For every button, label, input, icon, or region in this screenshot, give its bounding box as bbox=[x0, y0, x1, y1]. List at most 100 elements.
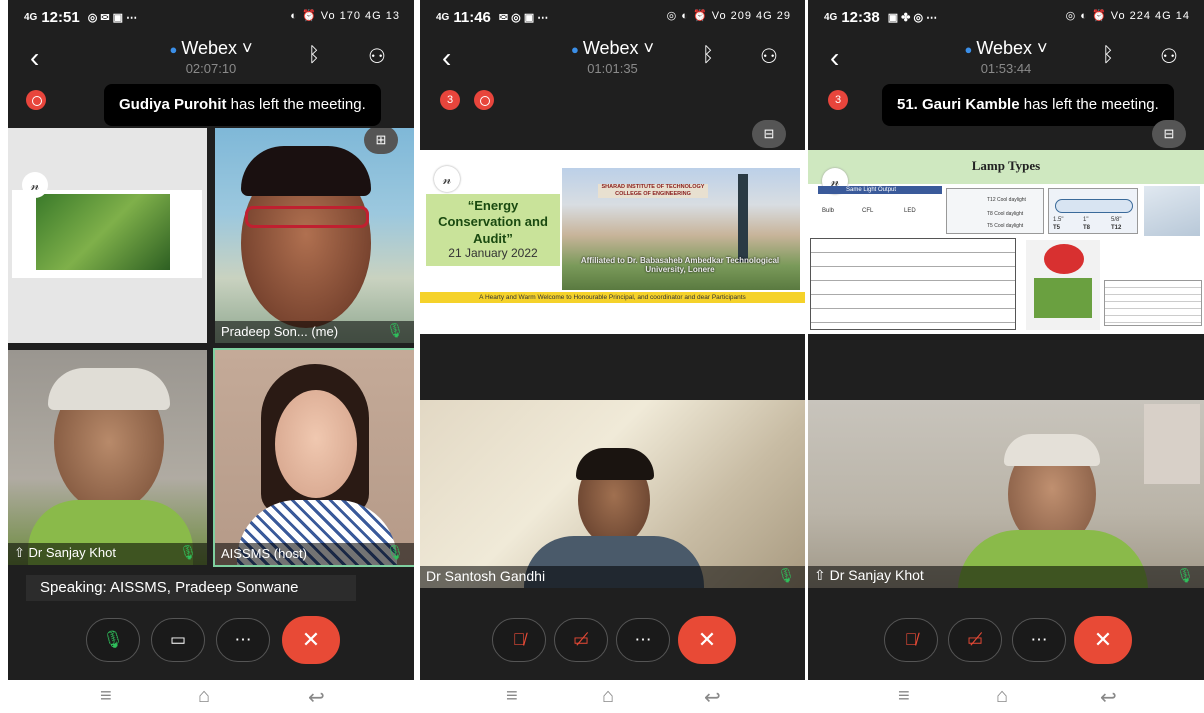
meeting-timer: 01:53:44 bbox=[980, 61, 1032, 76]
meeting-header: ‹ ● Webex ˅ 01:01:35 ᛒ ⚇ bbox=[420, 34, 805, 86]
mic-muted-button[interactable]: 🎙̸ bbox=[884, 618, 938, 662]
android-nav-bar: ≡ ⌂ ↩ bbox=[420, 680, 805, 713]
video-button[interactable]: ▭ bbox=[151, 618, 205, 662]
app-title[interactable]: ● Webex ˅ bbox=[808, 38, 1204, 59]
status-bar: 4G 12:38 ▣ ✤ ◎ ⋯ ◎ ◐ ⏰ Vo 224 4G 14 bbox=[824, 8, 1190, 26]
home-icon[interactable]: ⌂ bbox=[996, 685, 1008, 708]
call-controls: 🎙̸ ▭̸ ⋯ ✕ bbox=[420, 616, 805, 670]
home-icon[interactable]: ⌂ bbox=[198, 685, 210, 708]
participant-name: Pradeep Son... (me) bbox=[221, 324, 339, 339]
bluetooth-icon[interactable]: ᛒ bbox=[1102, 44, 1114, 67]
status-time: 12:38 bbox=[841, 8, 880, 26]
tube-comparison: T12 Cool daylight T8 Cool daylight T5 Co… bbox=[946, 188, 1044, 234]
status-time: 12:51 bbox=[41, 8, 80, 26]
participants-icon[interactable]: ⚇ bbox=[368, 44, 386, 69]
slide-header-band: Lamp Types bbox=[808, 150, 1204, 184]
bulb-comparison: Bulb CFL LED bbox=[822, 208, 916, 214]
mic-on-icon: 🎙 bbox=[386, 544, 404, 560]
more-button[interactable]: ⋯ bbox=[216, 618, 270, 662]
mic-on-icon: 🎙 bbox=[386, 322, 404, 338]
layout-toggle-icon[interactable]: ⊟ bbox=[1152, 120, 1186, 148]
menu-icon[interactable]: ≡ bbox=[100, 685, 112, 708]
efficiency-table bbox=[1104, 280, 1202, 326]
participant-tile-aissms[interactable]: AISSMS (host) 🎙 bbox=[213, 348, 414, 567]
menu-icon[interactable]: ≡ bbox=[506, 685, 518, 708]
phone-screen-3: 4G 12:38 ▣ ✤ ◎ ⋯ ◎ ◐ ⏰ Vo 224 4G 14 ‹ ● W… bbox=[808, 0, 1204, 713]
slide-subtitle: Same Light Output bbox=[818, 186, 942, 194]
power-saving-guide bbox=[1026, 240, 1100, 330]
speaking-indicator: Speaking: AISSMS, Pradeep Sonwane bbox=[26, 575, 356, 601]
back-nav-icon[interactable]: ↩ bbox=[1100, 685, 1117, 710]
recording-icon bbox=[26, 90, 46, 110]
participant-name: ⇧ Dr Sanjay Khot bbox=[814, 567, 924, 583]
led-tube-image bbox=[1144, 186, 1200, 236]
participant-video bbox=[275, 390, 357, 498]
annotate-icon[interactable]: 𝓃 bbox=[434, 166, 460, 192]
shared-content-tile[interactable]: 𝓃 bbox=[8, 128, 207, 343]
mic-button[interactable]: 🎙 bbox=[86, 618, 140, 662]
phone-screen-1: 4G 12:51 ◎ ✉ ▣ ⋯ ◐ ⏰ Vo 170 4G 13 ‹ ● Web… bbox=[8, 0, 414, 713]
more-button[interactable]: ⋯ bbox=[1012, 618, 1066, 662]
back-nav-icon[interactable]: ↩ bbox=[308, 685, 325, 710]
college-photo: SHARAD INSTITUTE OF TECHNOLOGY COLLEGE O… bbox=[562, 168, 800, 290]
status-time: 11:46 bbox=[453, 8, 491, 26]
call-controls: 🎙̸ ▭̸ ⋯ ✕ bbox=[808, 616, 1204, 670]
mic-muted-button[interactable]: 🎙̸ bbox=[492, 618, 546, 662]
participant-tile-sanjay-khot[interactable]: ⇧ Dr Sanjay Khot 🎙 bbox=[808, 400, 1204, 588]
participant-name: Dr Santosh Gandhi bbox=[426, 568, 546, 584]
participants-icon[interactable]: ⚇ bbox=[1160, 44, 1178, 69]
layout-toggle-icon[interactable]: ⊟ bbox=[752, 120, 786, 148]
end-call-button[interactable]: ✕ bbox=[1074, 616, 1132, 664]
shared-slide[interactable]: 𝓃 “Energy Conservation and Audit” 21 Jan… bbox=[420, 150, 805, 334]
end-call-button[interactable]: ✕ bbox=[282, 616, 340, 664]
left-meeting-toast: 51. Gauri Kamble has left the meeting. bbox=[882, 84, 1174, 126]
meeting-header: ‹ ● Webex ˅ 01:53:44 ᛒ ⚇ bbox=[808, 34, 1204, 86]
recording-icon bbox=[474, 90, 494, 110]
webex-shield-icon: ● bbox=[964, 42, 973, 57]
webex-shield-icon: ● bbox=[169, 42, 178, 57]
call-controls: 🎙 ▭ ⋯ ✕ bbox=[8, 616, 414, 670]
status-indicators: ◎ ◐ ⏰ Vo 224 4G 14 bbox=[1065, 10, 1190, 22]
app-title[interactable]: ● Webex ˅ bbox=[8, 38, 414, 59]
back-nav-icon[interactable]: ↩ bbox=[704, 685, 721, 710]
status-bar: 4G 12:51 ◎ ✉ ▣ ⋯ ◐ ⏰ Vo 170 4G 13 bbox=[24, 8, 400, 26]
slide-title: “Energy Conservation and Audit” bbox=[438, 198, 548, 246]
annotate-icon[interactable]: 𝓃 bbox=[22, 172, 48, 198]
more-button[interactable]: ⋯ bbox=[616, 618, 670, 662]
participant-tile-sanjay-khot[interactable]: ⇧ Dr Sanjay Khot 🎙 bbox=[8, 350, 207, 565]
participant-name: AISSMS (host) bbox=[221, 546, 307, 561]
share-icon: ⇧ bbox=[814, 567, 830, 583]
shared-slide-thumbnail bbox=[12, 190, 202, 278]
slide-date: 21 January 2022 bbox=[448, 246, 538, 260]
welcome-banner: A Hearty and Warm Welcome to Honourable … bbox=[420, 292, 805, 303]
video-off-button[interactable]: ▭̸ bbox=[554, 618, 608, 662]
meeting-timer: 02:07:10 bbox=[185, 61, 237, 76]
meeting-timer: 01:01:35 bbox=[587, 61, 638, 76]
layout-grid-icon[interactable]: ⊞ bbox=[364, 128, 398, 154]
webex-shield-icon: ● bbox=[570, 42, 579, 57]
shared-slide[interactable]: Lamp Types 𝓃 Same Light Output Bulb CFL … bbox=[808, 150, 1204, 334]
end-call-button[interactable]: ✕ bbox=[678, 616, 736, 664]
participant-tile-santosh-gandhi[interactable]: Dr Santosh Gandhi 🎙 bbox=[420, 400, 805, 588]
bluetooth-icon[interactable]: ᛒ bbox=[308, 44, 320, 67]
participant-name: ⇧ Dr Sanjay Khot bbox=[14, 545, 116, 560]
left-meeting-toast: Gudiya Purohit has left the meeting. bbox=[104, 84, 381, 126]
tube-diameter-chart: 1.5" 1" 5/8" T5 T8 T12 bbox=[1048, 188, 1138, 234]
luminaire-table bbox=[810, 238, 1016, 330]
participant-hair bbox=[48, 368, 170, 410]
home-icon[interactable]: ⌂ bbox=[602, 685, 614, 708]
participant-tile-pradeep[interactable]: ⊞ Pradeep Son... (me) 🎙 bbox=[215, 128, 414, 343]
app-title[interactable]: ● Webex ˅ bbox=[420, 38, 805, 59]
mic-on-icon: 🎙 bbox=[1176, 567, 1194, 583]
android-nav-bar: ≡ ⌂ ↩ bbox=[808, 680, 1204, 713]
participant-hair bbox=[576, 448, 654, 480]
participants-icon[interactable]: ⚇ bbox=[760, 44, 778, 69]
menu-icon[interactable]: ≡ bbox=[898, 685, 910, 708]
bluetooth-icon[interactable]: ᛒ bbox=[702, 44, 714, 67]
wall-poster bbox=[1144, 404, 1200, 484]
participant-hair bbox=[1004, 434, 1100, 466]
video-off-button[interactable]: ▭̸ bbox=[948, 618, 1002, 662]
participant-count-badge: 3 bbox=[440, 90, 460, 110]
college-affiliation: Affiliated to Dr. Babasaheb Ambedkar Tec… bbox=[580, 256, 780, 274]
handshake-image bbox=[36, 194, 170, 270]
